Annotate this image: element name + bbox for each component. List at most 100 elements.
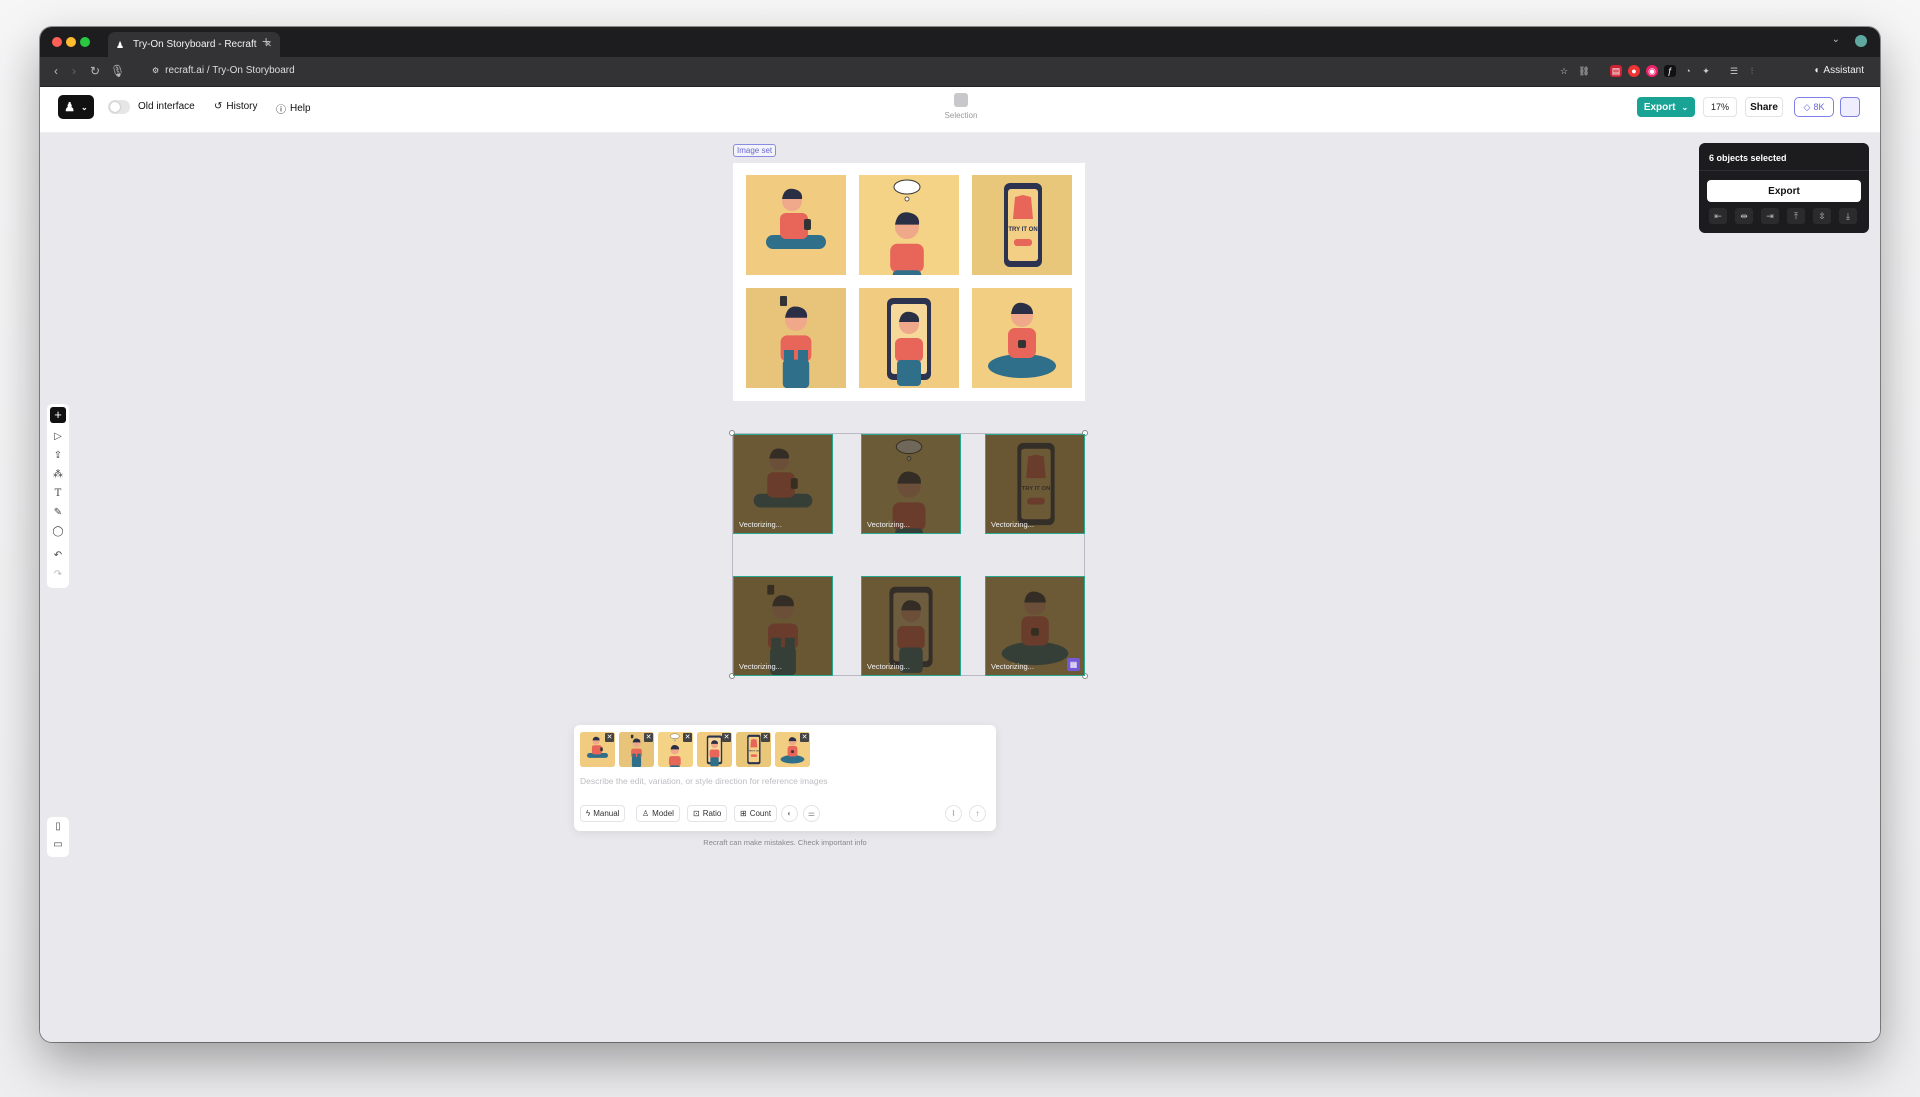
maximize-window-button[interactable] [80,37,90,47]
assistant-button[interactable]: ◖ Assistant [1813,65,1864,76]
profile-icon[interactable] [1855,35,1867,47]
svg-text:TRY IT ON: TRY IT ON [749,751,760,753]
user-avatar[interactable] [1840,97,1860,117]
remove-reference-icon[interactable]: ✕ [644,733,653,742]
site-info-icon: ⚙ [152,66,160,75]
text-tool-icon[interactable]: T [47,488,69,499]
settings-sliders-icon[interactable]: ⚌ [803,805,820,822]
manual-button[interactable]: ϟ Manual [580,805,626,822]
vectorizing-tile[interactable]: Vectorizing... [861,576,961,676]
align-right-icon[interactable]: ⇥ [1761,208,1779,224]
send-arrow-icon[interactable]: ↑ [969,805,986,822]
reference-thumbnail[interactable]: ✕ [580,732,615,767]
palette-icon[interactable]: ◐ [781,805,798,822]
align-middle-vertical-icon[interactable]: ⇳ [1813,208,1831,224]
close-window-button[interactable] [52,37,62,47]
credits-button[interactable]: ◇ 8K [1794,97,1834,117]
comment-icon[interactable]: ◯ [47,526,69,537]
upload-icon[interactable]: ⇪ [47,450,69,461]
prompt-input[interactable]: Describe the edit, variation, or style d… [580,776,828,786]
align-bottom-icon[interactable]: ⤓ [1839,208,1857,224]
grid-icon[interactable]: ▦ [1067,658,1080,671]
bookmark-star-icon[interactable]: ☆ [1558,65,1570,77]
image-set-sheet[interactable]: TRY IT ON [733,163,1085,401]
new-tab-button[interactable]: + [262,33,270,49]
minimize-window-button[interactable] [66,37,76,47]
link-icon[interactable]: ⛓ [1578,65,1590,77]
shapes-icon[interactable]: ⁂ [47,469,69,480]
align-center-horizontal-icon[interactable]: ⇹ [1735,208,1753,224]
reload-icon[interactable]: ↻ [90,64,100,78]
vectorizing-tile[interactable]: Vectorizing... [733,576,833,676]
align-top-icon[interactable]: ⤒ [1787,208,1805,224]
image-tile[interactable] [859,175,959,275]
add-plus-icon[interactable]: + [50,407,66,423]
image-tile[interactable] [746,288,846,388]
image-tile[interactable] [746,175,846,275]
history-label: History [226,101,258,112]
vectorizing-tile[interactable]: Vectorizing... ▦ [985,576,1085,676]
image-tile[interactable] [859,288,959,388]
tab-list-chevron-icon[interactable]: ⌄ [1832,34,1840,45]
reference-thumbnail[interactable]: ✕ [619,732,654,767]
select-arrow-icon[interactable]: ▷ [47,431,69,442]
extension-red-icon[interactable]: ▤ [1610,65,1622,77]
microphone-icon[interactable]: 🎙 [110,64,125,78]
image-tile[interactable] [972,288,1072,388]
remove-reference-icon[interactable]: ✕ [605,733,614,742]
ratio-label: Ratio [702,809,722,818]
bottom-panel-icon[interactable]: ▭ [47,839,69,850]
old-interface-toggle[interactable] [108,100,130,114]
vectorizing-status: Vectorizing... [867,520,910,529]
extension-black-icon[interactable]: ƒ [1664,65,1676,77]
selection-indicator[interactable]: Selection [940,93,982,120]
extension-pink-icon[interactable]: ◉ [1646,65,1658,77]
reading-list-icon[interactable]: ☰ [1728,65,1740,77]
extension-speed-icon[interactable]: ◔ [1682,65,1694,77]
remove-reference-icon[interactable]: ✕ [800,733,809,742]
image-tile[interactable]: TRY IT ON [972,175,1072,275]
undo-icon[interactable]: ↶ [47,550,69,561]
forward-icon[interactable]: › [72,64,76,78]
pen-icon[interactable]: ✎ [47,507,69,518]
reference-thumbnail[interactable]: ✕ [775,732,810,767]
recraft-logo-menu[interactable]: ♟ ⌄ [58,95,94,119]
url-field[interactable]: ⚙ recraft.ai / Try-On Storyboard [152,65,295,76]
history-icon: ↺ [214,101,223,112]
illustration-man-thinking [859,175,959,275]
vectorizing-tile[interactable]: TRY IT ON Vectorizing... [985,434,1085,534]
image-set-tag[interactable]: Image set [733,144,777,157]
browser-tab[interactable]: ♟ Try-On Storyboard - Recraft ✕ [108,32,280,57]
align-left-icon[interactable]: ⇤ [1709,208,1727,224]
vectorizing-tile[interactable]: Vectorizing... [733,434,833,534]
extension-puzzle-icon[interactable]: ✦ [1700,65,1712,77]
remove-reference-icon[interactable]: ✕ [722,733,731,742]
back-icon[interactable]: ‹ [54,64,58,78]
assistant-icon: ◖ [1813,65,1820,76]
vectorizing-tile[interactable]: Vectorizing... [861,434,961,534]
app-header: ♟ ⌄ Old interface ↺ History ⓘ Help Selec… [40,87,1880,133]
vectorizing-status: Vectorizing... [739,662,782,671]
audio-icon[interactable]: ⫶ [1746,65,1758,77]
help-button[interactable]: ⓘ Help [276,101,311,116]
share-button[interactable]: Share [1745,97,1783,117]
ratio-button[interactable]: ⊡ Ratio [687,805,728,822]
header-export-button[interactable]: Export ⌄ [1637,97,1695,117]
remove-reference-icon[interactable]: ✕ [683,733,692,742]
reference-thumbnail[interactable]: ✕ [658,732,693,767]
url-text: recraft.ai / Try-On Storyboard [165,65,295,76]
redo-icon[interactable]: ↷ [47,569,69,580]
remove-reference-icon[interactable]: ✕ [761,733,770,742]
reference-thumbnail[interactable]: TRY IT ON ✕ [736,732,771,767]
panel-export-button[interactable]: Export [1707,180,1861,202]
sidebar-panel-icon[interactable]: ▯ [47,821,69,832]
zoom-control[interactable]: 17% [1703,97,1737,117]
count-button[interactable]: ⊞ Count [734,805,778,822]
attach-paperclip-icon[interactable]: ⌇ [945,805,962,822]
extension-record-icon[interactable]: ● [1628,65,1640,77]
reference-thumbnail[interactable]: ✕ [697,732,732,767]
model-button[interactable]: ♙ Model [636,805,680,822]
selection-frame[interactable]: Vectorizing... Vectorizing... TRY IT ON … [729,430,1088,679]
history-button[interactable]: ↺ History [214,101,258,112]
processing-overlay [986,435,1084,533]
